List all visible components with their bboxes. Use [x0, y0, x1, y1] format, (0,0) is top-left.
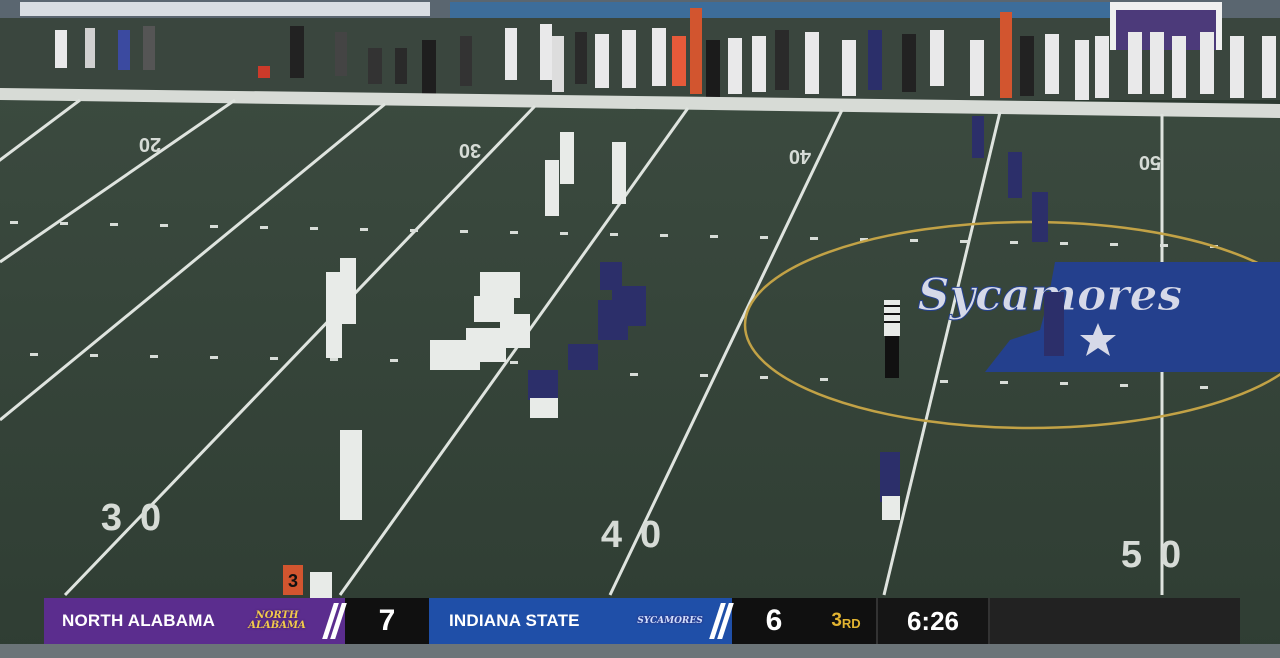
away-logo-text: SYCAMORES — [637, 616, 703, 626]
yard-number: 40 — [789, 145, 811, 167]
side-judge — [310, 572, 332, 598]
down-box: 3 — [283, 565, 303, 595]
down-marker-pole — [690, 8, 702, 94]
scorebug: NORTH ALABAMA NORTH ALABAMA 7 INDIANA ST… — [44, 598, 1240, 644]
away-team-name: INDIANA STATE — [449, 611, 580, 630]
yard-number: 50 — [1121, 534, 1199, 576]
home-team-logo: NORTH ALABAMA — [234, 600, 320, 642]
yard-number: 30 — [459, 139, 481, 161]
home-score: 7 — [345, 598, 429, 644]
yard-number: 40 — [601, 514, 679, 556]
chain-marker-pole — [1000, 12, 1012, 98]
away-score: 6 — [732, 598, 816, 644]
scorebug-extra-panel — [988, 598, 1240, 644]
away-team-logo: SYCAMORES — [635, 600, 705, 642]
football-field-scene: Sycamores 20 30 40 50 30 40 50 — [0, 0, 1280, 658]
yard-number: 20 — [139, 133, 161, 155]
banner-ad — [20, 2, 430, 16]
home-logo-text: NORTH ALABAMA — [248, 610, 306, 631]
away-stripes — [709, 598, 734, 644]
home-stripes — [322, 598, 347, 644]
crowd-bottom — [0, 644, 1280, 658]
yard-number: 30 — [101, 497, 179, 539]
game-clock: 6:26 — [876, 598, 988, 644]
home-team-panel: NORTH ALABAMA NORTH ALABAMA — [44, 598, 324, 644]
quarter-number: 3 — [831, 610, 842, 631]
away-team-panel: INDIANA STATE SYCAMORES — [429, 598, 711, 644]
svg-text:3: 3 — [288, 571, 298, 591]
home-team-name: NORTH ALABAMA — [62, 611, 216, 630]
referee — [884, 300, 900, 378]
quarter-suffix: RD — [841, 615, 861, 631]
yard-number: 50 — [1139, 151, 1161, 173]
quarter-indicator: 3 RD — [816, 598, 876, 644]
